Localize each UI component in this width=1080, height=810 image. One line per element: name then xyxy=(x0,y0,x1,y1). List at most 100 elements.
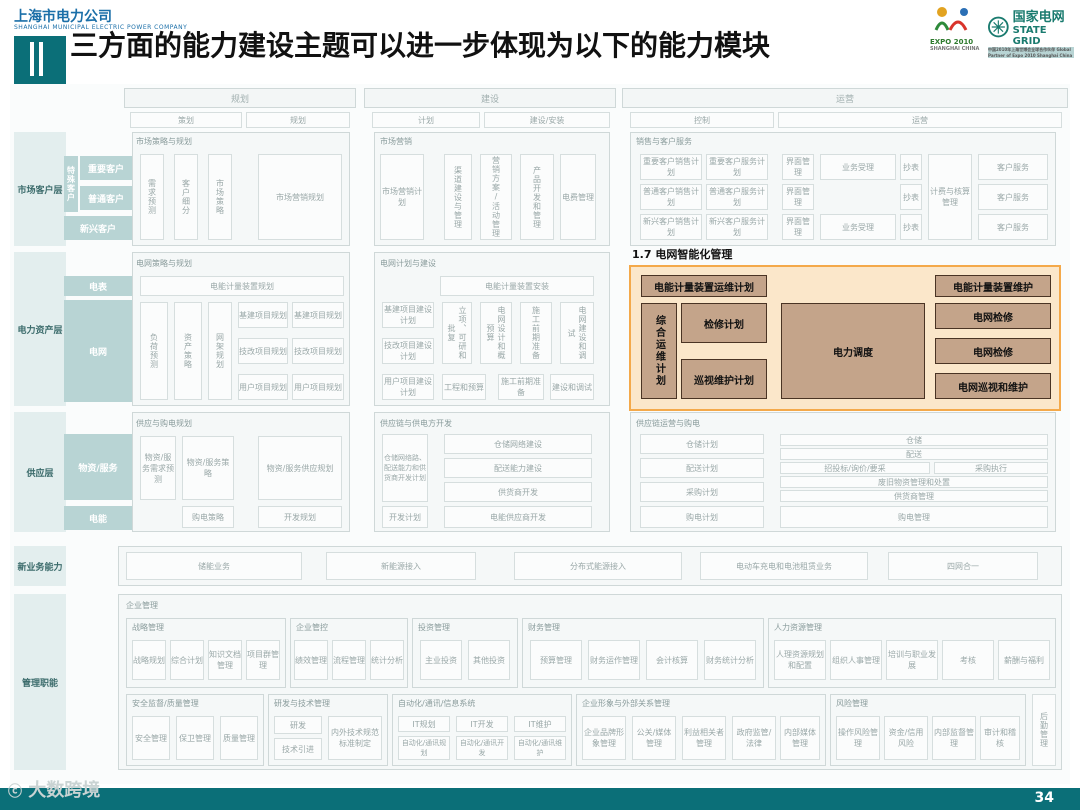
mgmt-item: 质量管理 xyxy=(220,716,258,760)
asset-plan-item: 负荷预测 xyxy=(140,302,168,400)
market-build-item: 电费管理 xyxy=(560,154,596,240)
phase-plan-sub-1: 策划 xyxy=(130,112,242,128)
sublane-normal-customer: 普通客户 xyxy=(80,186,132,210)
mgmt-item: IT开发 xyxy=(456,716,508,732)
mgmt-item: 综合计划 xyxy=(170,640,204,680)
asset-plan-item: 基建项目规划 xyxy=(292,302,344,328)
new-biz-item: 新能源接入 xyxy=(326,552,476,580)
asset-build-item: 立项、可研和批复 xyxy=(442,302,472,364)
sublane-electricity: 电能 xyxy=(64,506,132,530)
mgmt-item: 技术引进 xyxy=(274,738,322,760)
sublane-special-customer: 特殊客户 xyxy=(64,156,78,212)
supply-op-item: 购电计划 xyxy=(640,506,764,528)
phase-plan-sub-2: 规划 xyxy=(246,112,350,128)
lane-supply: 供应层 xyxy=(14,412,66,532)
state-grid-logo: 国家电网 STATE GRID 中国2010年上海世博会全球合作伙伴 Globa… xyxy=(988,6,1074,58)
market-op-item: 重要客户销售计划 xyxy=(640,154,702,180)
phase-plan: 规划 xyxy=(124,88,356,108)
asset-plan-item: 用户项目规划 xyxy=(292,374,344,400)
new-biz-item: 四网合一 xyxy=(888,552,1038,580)
asset-build-item: 施工前期准备 xyxy=(498,374,544,400)
asset-plan-item: 资产策略 xyxy=(174,302,202,400)
mgmt-item: 利益相关者管理 xyxy=(682,716,726,760)
mgmt-item: IT规划 xyxy=(398,716,450,732)
market-op-item: 界面管理 xyxy=(782,154,814,180)
supply-build-item: 仓储网络建设 xyxy=(444,434,592,454)
asset-build-item: 施工前期准备 xyxy=(520,302,552,364)
lane-asset: 电力资产层 xyxy=(14,252,66,406)
market-op-item: 普通客户服务计划 xyxy=(706,184,768,210)
expo-text: EXPO 2010 xyxy=(930,38,974,46)
market-plan-title: 市场策略与规划 xyxy=(136,137,192,146)
meter-maintenance-box: 电能计量装置维护 xyxy=(935,275,1051,297)
mgmt-item: 企业品牌形象管理 xyxy=(582,716,626,760)
supply-plan-item: 开发规划 xyxy=(258,506,342,528)
supply-plan-title: 供应与购电规划 xyxy=(136,419,192,428)
mgmt-group-title: 风险管理 xyxy=(836,699,868,708)
mgmt-item: 财务统计分析 xyxy=(704,640,756,680)
market-build-item: 产品开发和管理 xyxy=(520,154,554,240)
page-title: 三方面的能力建设主题可以进一步体现为以下的能力模块 xyxy=(70,29,771,62)
asset-plan-item: 技改项目规划 xyxy=(292,338,344,364)
mgmt-group-title: 战略管理 xyxy=(132,623,164,632)
mgmt-item-logistics: 后勤管理 xyxy=(1032,694,1056,766)
mgmt-group-title: 人力资源管理 xyxy=(774,623,822,632)
asset-build-item: 用户项目建设计划 xyxy=(382,374,434,400)
supply-build-item: 仓储网络路、配送能力和供货商开发计划 xyxy=(382,434,428,502)
asset-build-item: 建设和调试 xyxy=(550,374,594,400)
mgmt-item: 其他投资 xyxy=(468,640,510,680)
watermark-logo-icon: ⓒ xyxy=(8,784,22,800)
supply-op-item: 采购执行 xyxy=(934,462,1048,474)
mgmt-item: 政府监管/法律 xyxy=(732,716,776,760)
market-op-item: 界面管理 xyxy=(782,214,814,240)
mgmt-item: 绩效管理 xyxy=(294,640,328,680)
market-op-item: 抄表 xyxy=(900,184,922,210)
mgmt-group-title: 安全监督/质量管理 xyxy=(132,699,199,708)
market-build-item: 营销方案/活动管理 xyxy=(480,154,512,240)
mgmt-item: 流程管理 xyxy=(332,640,366,680)
asset-build-item: 工程和预算 xyxy=(442,374,486,400)
market-plan-item: 市场策略 xyxy=(208,154,232,240)
asset-build-item: 技改项目建设计划 xyxy=(382,338,434,364)
patrol-maintenance-plan-box: 巡视维护计划 xyxy=(681,359,767,399)
supply-build-title: 供应链与供电方开发 xyxy=(380,419,452,428)
mgmt-item: 资金/信用风险 xyxy=(884,716,928,760)
phase-build: 建设 xyxy=(364,88,616,108)
mgmt-group-title: 财务管理 xyxy=(528,623,560,632)
supply-op-item: 供货商管理 xyxy=(780,490,1048,502)
mgmt-item: 主业投资 xyxy=(420,640,462,680)
supply-op-title: 供应链运营与购电 xyxy=(636,419,700,428)
integrated-ops-plan-box: 综合运维计划 xyxy=(641,303,677,399)
mgmt-item: 公关/媒体管理 xyxy=(632,716,676,760)
asset-plan-item: 用户项目规划 xyxy=(238,374,288,400)
mgmt-item: 统计分析 xyxy=(370,640,404,680)
market-build-item: 渠道建设与管理 xyxy=(444,154,472,240)
lane-new-business: 新业务能力 xyxy=(14,546,66,586)
mgmt-item: 战略规划 xyxy=(132,640,166,680)
supply-op-item: 仓储计划 xyxy=(640,434,764,454)
supply-op-item: 招投标/询价/要采 xyxy=(780,462,930,474)
mgmt-item: 预算管理 xyxy=(530,640,582,680)
market-op-item: 客户服务 xyxy=(978,184,1048,210)
sublane-material: 物资/服务 xyxy=(64,434,132,500)
mgmt-group-title: 自动化/通讯/信息系统 xyxy=(398,699,476,708)
market-op-title: 销售与客户服务 xyxy=(636,137,692,146)
market-op-item: 业务受理 xyxy=(820,214,896,240)
asset-plan-title: 电网策略与规划 xyxy=(136,259,192,268)
expo-logo: EXPO 2010 SHANGHAI CHINA xyxy=(930,4,980,52)
mgmt-group-title: 企业管控 xyxy=(296,623,328,632)
mgmt-item: 操作风险管理 xyxy=(836,716,880,760)
mgmt-group-title: 企业形象与外部关系管理 xyxy=(582,699,670,708)
mgmt-item: 考核 xyxy=(942,640,994,680)
asset-build-item: 电网设计和概预算 xyxy=(480,302,512,364)
integrated-ops-plan-text: 综合运维计划 xyxy=(653,315,665,387)
new-biz-item: 电动车充电和电池租赁业务 xyxy=(700,552,868,580)
state-grid-emblem-icon xyxy=(988,16,1009,37)
mgmt-item: 内部监督管理 xyxy=(932,716,976,760)
expo-emblem-icon xyxy=(934,7,968,31)
asset-plan-item: 基建项目规划 xyxy=(238,302,288,328)
asset-plan-item: 电能计量装置规划 xyxy=(140,276,344,296)
market-op-item: 新兴客户服务计划 xyxy=(706,214,768,240)
state-grid-cn: 国家电网 xyxy=(1012,10,1065,25)
phase-build-sub-1: 计划 xyxy=(372,112,480,128)
